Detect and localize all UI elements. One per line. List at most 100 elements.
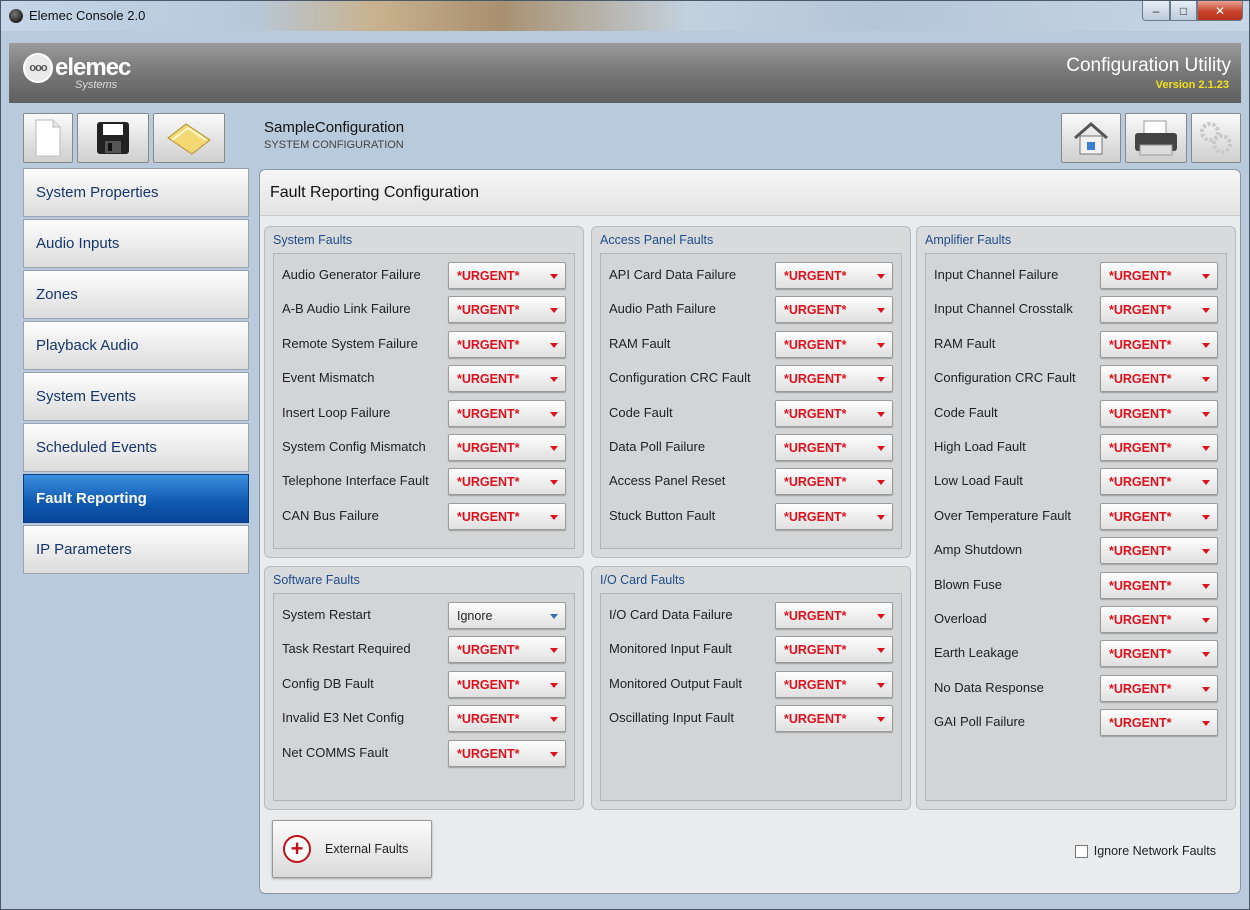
amplifier-faults-group: Amplifier Faults Input Channel Failure *U… — [916, 226, 1236, 810]
severity-dropdown[interactable]: *URGENT* — [1100, 674, 1218, 702]
sidebar-item-ip-parameters[interactable]: IP Parameters — [23, 525, 249, 574]
software-faults-group: Software Faults System Restart Ignore Task… — [264, 566, 584, 810]
severity-value: *URGENT* — [457, 712, 520, 727]
external-faults-button[interactable]: + External Faults — [272, 820, 432, 878]
severity-dropdown[interactable]: *URGENT* — [448, 636, 566, 664]
sidebar-item-audio-inputs[interactable]: Audio Inputs — [23, 219, 249, 268]
severity-dropdown[interactable]: *URGENT* — [1100, 640, 1218, 668]
fault-row: Configuration CRC Fault *URGENT* — [601, 365, 901, 393]
fault-row: A-B Audio Link Failure *URGENT* — [274, 296, 574, 324]
severity-dropdown[interactable]: *URGENT* — [448, 739, 566, 767]
maximize-button[interactable]: □ — [1170, 1, 1197, 21]
severity-dropdown[interactable]: *URGENT* — [448, 330, 566, 358]
fault-label: Code Fault — [609, 404, 673, 420]
close-button[interactable]: ✕ — [1197, 1, 1243, 21]
group-title: I/O Card Faults — [600, 573, 685, 587]
severity-value: *URGENT* — [784, 475, 847, 490]
chevron-down-icon — [877, 717, 885, 723]
fault-label: Audio Path Failure — [609, 301, 716, 317]
severity-dropdown[interactable]: *URGENT* — [448, 365, 566, 393]
severity-dropdown[interactable]: *URGENT* — [1100, 399, 1218, 427]
severity-dropdown[interactable]: *URGENT* — [775, 330, 893, 358]
chevron-down-icon — [877, 308, 885, 314]
severity-dropdown[interactable]: *URGENT* — [775, 602, 893, 629]
severity-dropdown[interactable]: *URGENT* — [448, 262, 566, 289]
io-card-faults-group: I/O Card Faults I/O Card Data Failure *UR… — [591, 566, 911, 810]
severity-dropdown[interactable]: *URGENT* — [1100, 709, 1218, 737]
severity-dropdown[interactable]: *URGENT* — [1100, 468, 1218, 496]
panel-footer: + External Faults Ignore Network Faults — [260, 816, 1240, 894]
severity-dropdown[interactable]: *URGENT* — [1100, 330, 1218, 358]
severity-dropdown[interactable]: *URGENT* — [448, 468, 566, 496]
fault-label: RAM Fault — [934, 335, 996, 351]
printer-icon — [1135, 120, 1177, 156]
severity-dropdown[interactable]: Ignore — [448, 602, 566, 629]
severity-dropdown[interactable]: *URGENT* — [1100, 537, 1218, 565]
severity-value: *URGENT* — [1109, 578, 1172, 593]
severity-dropdown[interactable]: *URGENT* — [775, 434, 893, 461]
chevron-down-icon — [1202, 342, 1210, 348]
fault-label: Insert Loop Failure — [282, 404, 391, 420]
minimize-icon: – — [1152, 3, 1160, 18]
severity-dropdown[interactable]: *URGENT* — [775, 296, 893, 324]
fault-label: Input Channel Failure — [934, 267, 1059, 282]
severity-dropdown[interactable]: *URGENT* — [775, 670, 893, 698]
chevron-down-icon — [877, 274, 885, 279]
logo-subtext: Systems — [75, 79, 118, 91]
fault-label: Over Temperature Fault — [934, 507, 1072, 523]
severity-dropdown[interactable]: *URGENT* — [448, 502, 566, 530]
severity-dropdown[interactable]: *URGENT* — [1100, 571, 1218, 599]
ignore-network-faults-checkbox[interactable] — [1074, 844, 1088, 858]
sidebar-item-playback-audio[interactable]: Playback Audio — [23, 321, 249, 370]
sidebar-item-system-events[interactable]: System Events — [23, 372, 249, 421]
group-title: Software Faults — [273, 573, 360, 587]
fault-label: Low Load Fault — [934, 473, 1023, 489]
sidebar-item-zones[interactable]: Zones — [23, 270, 249, 319]
severity-dropdown[interactable]: *URGENT* — [1100, 262, 1218, 289]
severity-value: *URGENT* — [1109, 544, 1172, 559]
sidebar-item-scheduled-events[interactable]: Scheduled Events — [23, 423, 249, 472]
severity-dropdown[interactable]: *URGENT* — [448, 296, 566, 324]
severity-dropdown[interactable]: *URGENT* — [1100, 434, 1218, 461]
new-button[interactable] — [23, 113, 73, 163]
severity-dropdown[interactable]: *URGENT* — [775, 502, 893, 530]
group-body: API Card Data Failure *URGENT* Audio Path … — [600, 253, 902, 549]
fault-row: I/O Card Data Failure *URGENT* — [601, 602, 901, 630]
severity-dropdown[interactable]: *URGENT* — [1100, 296, 1218, 324]
app-title: Configuration Utility — [1066, 55, 1231, 76]
fault-row: Configuration CRC Fault *URGENT* — [926, 365, 1226, 393]
chevron-down-icon — [550, 682, 558, 688]
severity-dropdown[interactable]: *URGENT* — [775, 399, 893, 427]
severity-dropdown[interactable]: *URGENT* — [775, 262, 893, 289]
home-button[interactable] — [1061, 113, 1121, 163]
severity-dropdown[interactable]: *URGENT* — [1100, 606, 1218, 633]
severity-dropdown[interactable]: *URGENT* — [1100, 502, 1218, 530]
severity-dropdown[interactable]: *URGENT* — [775, 636, 893, 664]
fault-row: RAM Fault *URGENT* — [601, 330, 901, 359]
sidebar-item-system-properties[interactable]: System Properties — [23, 168, 249, 217]
fault-row: RAM Fault *URGENT* — [926, 330, 1226, 359]
fault-row: Invalid E3 Net Config *URGENT* — [274, 705, 574, 733]
minimize-button[interactable]: – — [1142, 1, 1170, 21]
fault-row: System Config Mismatch *URGENT* — [274, 434, 574, 462]
save-button[interactable] — [77, 113, 149, 163]
severity-dropdown[interactable]: *URGENT* — [1100, 365, 1218, 393]
severity-dropdown[interactable]: *URGENT* — [775, 365, 893, 393]
severity-value: *URGENT* — [1109, 681, 1172, 696]
fault-label: Input Channel Crosstalk — [934, 301, 1073, 317]
severity-dropdown[interactable]: *URGENT* — [448, 670, 566, 698]
severity-dropdown[interactable]: *URGENT* — [775, 468, 893, 496]
severity-dropdown[interactable]: *URGENT* — [448, 705, 566, 733]
sidebar-item-fault-reporting[interactable]: Fault Reporting — [23, 474, 249, 523]
open-button[interactable] — [153, 113, 225, 163]
chevron-down-icon — [877, 614, 885, 619]
print-button[interactable] — [1125, 113, 1187, 163]
severity-dropdown[interactable]: *URGENT* — [448, 399, 566, 427]
severity-dropdown[interactable]: *URGENT* — [448, 434, 566, 461]
fault-label: Audio Generator Failure — [282, 267, 421, 282]
app-icon — [9, 9, 23, 23]
severity-value: *URGENT* — [1109, 509, 1172, 524]
severity-dropdown[interactable]: *URGENT* — [775, 705, 893, 733]
settings-button[interactable] — [1191, 113, 1241, 163]
severity-value: *URGENT* — [1109, 647, 1172, 662]
